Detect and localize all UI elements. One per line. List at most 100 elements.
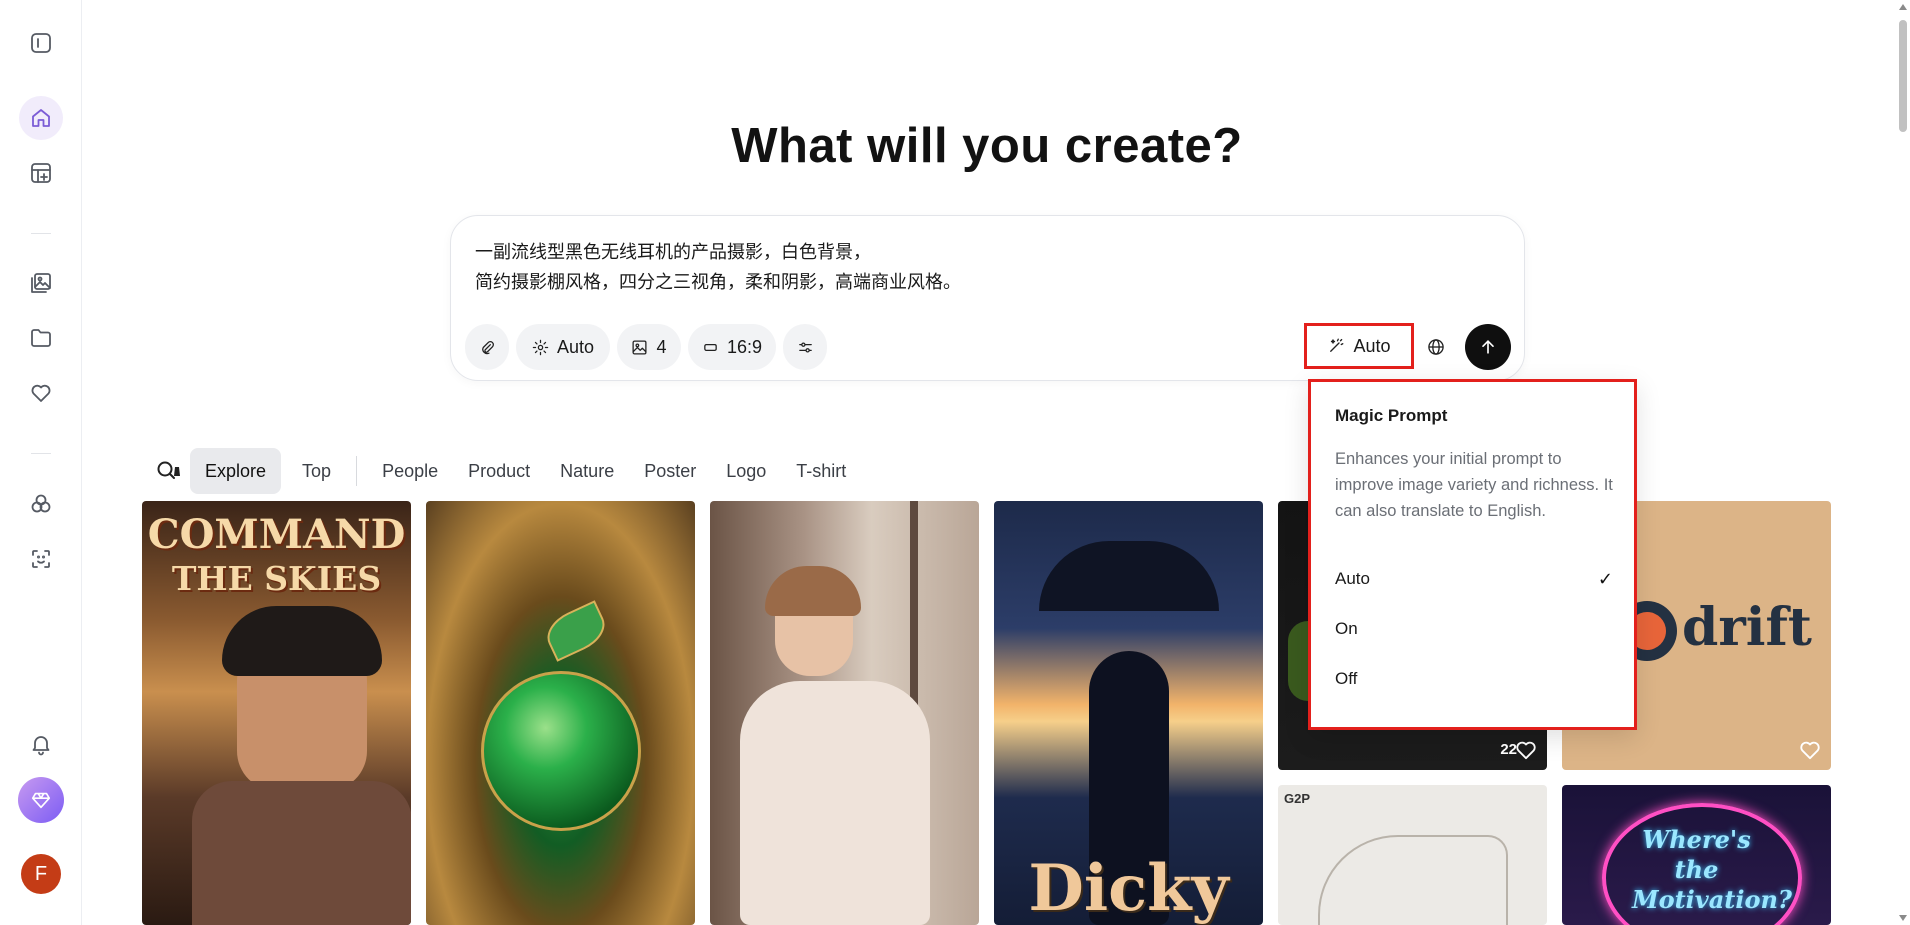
page-title: What will you create? (731, 119, 1243, 173)
paperclip-icon (481, 340, 494, 354)
card-umbrella (1039, 541, 1219, 611)
check-icon: ✓ (1597, 568, 1613, 589)
gallery-card-emerald-apple[interactable] (426, 501, 695, 925)
filter-people[interactable]: People (367, 448, 453, 494)
sidebar-item-create[interactable] (19, 151, 63, 195)
card-like-button[interactable] (1515, 740, 1537, 760)
gear-icon (532, 339, 549, 355)
gallery-card-sketch[interactable]: G2P (1278, 785, 1547, 925)
scroll-up-arrow[interactable] (1899, 4, 1907, 10)
magic-prompt-label: Auto (1353, 335, 1391, 356)
upgrade-button[interactable] (18, 777, 64, 823)
aspect-ratio-label: 16:9 (726, 336, 763, 357)
globe-icon (1428, 339, 1444, 355)
filter-explore[interactable]: Explore (190, 448, 282, 494)
card-like-button[interactable] (1799, 740, 1821, 760)
gallery-card-portrait-girl[interactable] (710, 501, 979, 925)
card-girl-hair (765, 566, 861, 616)
gallery-card-command-skies[interactable]: COMMAND THE SKIES (142, 501, 411, 925)
card-label-g2p: G2P (1284, 791, 1311, 806)
images-icon (31, 273, 51, 293)
option-off-label: Off (1335, 669, 1358, 688)
sliders-icon (798, 341, 812, 353)
card-girl-dress (740, 681, 930, 925)
option-on-label: On (1335, 619, 1358, 638)
sidebar-item-folders[interactable] (19, 316, 63, 360)
heart-icon (1800, 741, 1820, 760)
filter-top[interactable]: Top (287, 448, 346, 494)
card-drift-text: drift (1682, 597, 1812, 658)
card-apple-leaf (540, 600, 612, 662)
filter-poster[interactable]: Poster (629, 448, 711, 494)
scroll-down-arrow[interactable] (1899, 915, 1907, 921)
diamond-icon (31, 792, 51, 809)
folder-icon (31, 329, 51, 347)
prompt-box: 一副流线型黑色无线耳机的产品摄影，白色背景， 简约摄影棚风格，四分之三视角，柔和… (450, 215, 1525, 381)
filter-logo[interactable]: Logo (711, 448, 781, 494)
generate-button[interactable] (1465, 324, 1511, 370)
image-count: 4 (656, 336, 667, 357)
home-icon (32, 109, 50, 127)
toggle-sidebar-button[interactable] (19, 21, 63, 65)
heart-icon (1516, 741, 1536, 760)
settings-button[interactable] (783, 324, 827, 370)
attach-button[interactable] (465, 324, 509, 370)
grid-add-icon (31, 163, 51, 183)
option-auto[interactable]: Auto ✓ (1335, 562, 1615, 596)
face-scan-icon (32, 550, 50, 568)
filter-divider (356, 456, 358, 486)
style-label: Auto (556, 336, 595, 357)
card-title-dicky: Dicky (1028, 851, 1229, 925)
magic-prompt-dropdown: Magic Prompt Enhances your initial promp… (1308, 379, 1637, 730)
card-apple (481, 671, 641, 831)
dropdown-description: Enhances your initial prompt to improve … (1335, 450, 1613, 520)
sidebar-divider (31, 453, 51, 454)
magic-wand-icon (1330, 338, 1344, 352)
scroll-thumb[interactable] (1899, 20, 1907, 132)
sidebar-item-face[interactable] (19, 537, 63, 581)
card-title-motivation: Where's the Motivation? (1632, 825, 1792, 914)
dropdown-title: Magic Prompt (1335, 406, 1448, 425)
sidebar-item-home[interactable] (19, 96, 63, 140)
card-portrait-hair (222, 606, 382, 676)
category-filter-bar: Explore Top People Product Nature Poster… (150, 448, 861, 494)
filter-tshirt[interactable]: T-shirt (781, 448, 861, 494)
sidebar-divider (31, 233, 51, 234)
avatar-initial: F (34, 862, 48, 885)
card-portrait-jacket (192, 781, 411, 925)
card-title-the-skies: THE SKIES (171, 559, 382, 598)
page-scrollbar[interactable] (1896, 0, 1910, 925)
notifications-button[interactable] (19, 722, 63, 766)
bell-icon (32, 736, 50, 756)
card-sketch-lines (1318, 835, 1508, 925)
filter-product[interactable]: Product (453, 448, 545, 494)
option-on[interactable]: On (1335, 612, 1615, 646)
aspect-ratio-button[interactable]: 16:9 (688, 324, 776, 370)
prompt-line-2: 简约摄影棚风格，四分之三视角，柔和阴影，高端商业风格。 (475, 272, 961, 293)
option-off[interactable]: Off (1335, 662, 1615, 696)
style-auto-button[interactable]: Auto (516, 324, 610, 370)
prompt-input[interactable]: 一副流线型黑色无线耳机的产品摄影，白色背景， 简约摄影棚风格，四分之三视角，柔和… (475, 238, 1495, 298)
gallery-card-umbrella-lady[interactable]: Dicky (994, 501, 1263, 925)
arrow-up-icon (1482, 340, 1494, 354)
image-count-button[interactable]: 4 (617, 324, 681, 370)
magic-prompt-button[interactable]: Auto (1304, 323, 1414, 369)
search-icon (157, 461, 180, 479)
sidebar: F (0, 0, 82, 925)
sidebar-toggle-icon (31, 33, 51, 53)
filter-nature[interactable]: Nature (545, 448, 629, 494)
circles-icon (31, 494, 51, 513)
avatar[interactable]: F (21, 854, 61, 894)
gallery-card-motivation[interactable]: Where's the Motivation? (1562, 785, 1831, 925)
sidebar-item-images[interactable] (19, 261, 63, 305)
card-title-command: COMMAND (147, 511, 406, 558)
search-button[interactable] (150, 452, 188, 490)
prompt-line-1: 一副流线型黑色无线耳机的产品摄影，白色背景， (475, 242, 871, 263)
sidebar-item-likes[interactable] (19, 371, 63, 415)
image-icon (632, 339, 647, 355)
sidebar-item-models[interactable] (19, 482, 63, 526)
heart-icon (31, 384, 51, 402)
aspect-ratio-icon (704, 343, 717, 351)
language-button[interactable] (1419, 330, 1453, 364)
option-auto-label: Auto (1335, 569, 1370, 588)
